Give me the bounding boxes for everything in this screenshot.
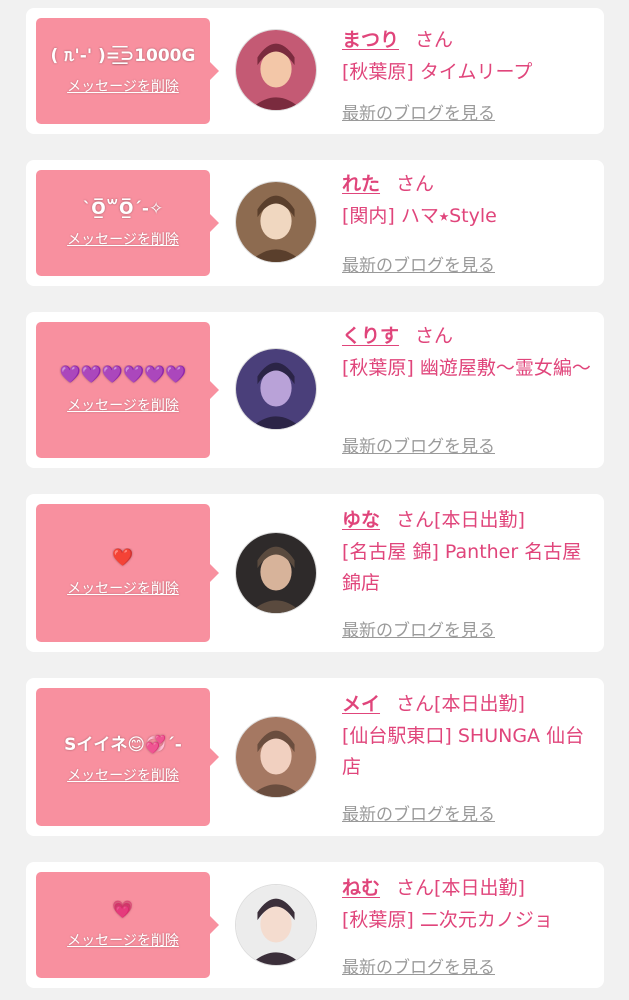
shop-name: [関内] ハマ⭑Style bbox=[342, 205, 497, 227]
message-text: ( ᥰ'-' )=͟͟͞͞⊃1000G bbox=[50, 46, 196, 66]
favorite-card: Sイイネ😊💞´- メッセージを削除 メイ さん[本日出勤] [仙台駅東口] SHU… bbox=[26, 678, 604, 836]
message-bubble: 💗 メッセージを削除 bbox=[36, 872, 219, 978]
girl-name-link[interactable]: れた bbox=[342, 173, 380, 195]
latest-blog-link[interactable]: 最新のブログを見る bbox=[342, 616, 495, 641]
avatar-photo-icon bbox=[236, 349, 316, 429]
latest-blog-link[interactable]: 最新のブログを見る bbox=[342, 800, 495, 825]
girl-name-link[interactable]: ねむ bbox=[342, 877, 380, 899]
shop-name: [秋葉原] 幽遊屋敷〜霊女編〜 bbox=[342, 357, 591, 379]
favorite-card: `O̲̅꒳O̲̅´-✧ メッセージを削除 れた さん [関内] ハマ⭑Style … bbox=[26, 160, 604, 286]
delete-message-link[interactable]: メッセージを削除 bbox=[67, 229, 179, 249]
latest-blog-link[interactable]: 最新のブログを見る bbox=[342, 99, 495, 124]
latest-blog-link[interactable]: 最新のブログを見る bbox=[342, 432, 495, 457]
avatar-photo-icon bbox=[236, 30, 316, 110]
avatar[interactable] bbox=[235, 181, 317, 263]
honorific: さん bbox=[396, 509, 435, 531]
delete-message-link[interactable]: メッセージを削除 bbox=[67, 395, 179, 415]
favorite-card: ❤️ メッセージを削除 ゆな さん[本日出勤] [名古屋 錦] Panther 名… bbox=[26, 494, 604, 652]
favorite-card: ( ᥰ'-' )=͟͟͞͞⊃1000G メッセージを削除 まつり さん [秋葉原]… bbox=[26, 8, 604, 134]
avatar-photo-icon bbox=[236, 717, 316, 797]
honorific: さん bbox=[415, 29, 454, 51]
favorite-card: 💗 メッセージを削除 ねむ さん[本日出勤] [秋葉原] 二次元カノジョ 最新のブ… bbox=[26, 862, 604, 988]
message-bubble: Sイイネ😊💞´- メッセージを削除 bbox=[36, 688, 219, 826]
avatar-photo-icon bbox=[236, 533, 316, 613]
girl-name-link[interactable]: ゆな bbox=[342, 509, 380, 531]
attendance-status: [本日出勤] bbox=[434, 693, 525, 715]
avatar[interactable] bbox=[235, 884, 317, 966]
avatar[interactable] bbox=[235, 29, 317, 111]
profile-info: くりす さん [秋葉原] 幽遊屋敷〜霊女編〜 bbox=[342, 323, 596, 384]
message-text: 💜💜💜💜💜💜 bbox=[59, 365, 187, 385]
delete-message-link[interactable]: メッセージを削除 bbox=[67, 578, 179, 598]
shop-name: [名古屋 錦] Panther 名古屋錦店 bbox=[342, 541, 582, 594]
delete-message-link[interactable]: メッセージを削除 bbox=[67, 76, 179, 96]
avatar[interactable] bbox=[235, 348, 317, 430]
girl-name-link[interactable]: まつり bbox=[342, 29, 399, 51]
profile-info: まつり さん [秋葉原] タイムリープ bbox=[342, 27, 596, 88]
message-text: `O̲̅꒳O̲̅´-✧ bbox=[82, 199, 164, 219]
favorite-card: 💜💜💜💜💜💜 メッセージを削除 くりす さん [秋葉原] 幽遊屋敷〜霊女編〜 最新… bbox=[26, 312, 604, 468]
message-bubble: ❤️ メッセージを削除 bbox=[36, 504, 219, 642]
message-text: ❤️ bbox=[112, 548, 134, 568]
girl-name-link[interactable]: メイ bbox=[342, 693, 380, 715]
honorific: さん bbox=[396, 693, 435, 715]
shop-name: [秋葉原] 二次元カノジョ bbox=[342, 909, 553, 931]
message-bubble: `O̲̅꒳O̲̅´-✧ メッセージを削除 bbox=[36, 170, 219, 276]
latest-blog-link[interactable]: 最新のブログを見る bbox=[342, 251, 495, 276]
profile-info: メイ さん[本日出勤] [仙台駅東口] SHUNGA 仙台店 bbox=[342, 691, 596, 783]
attendance-status: [本日出勤] bbox=[434, 877, 525, 899]
avatar[interactable] bbox=[235, 532, 317, 614]
profile-info: れた さん [関内] ハマ⭑Style bbox=[342, 171, 596, 232]
message-text: 💗 bbox=[112, 900, 134, 920]
profile-info: ゆな さん[本日出勤] [名古屋 錦] Panther 名古屋錦店 bbox=[342, 507, 596, 599]
girl-name-link[interactable]: くりす bbox=[342, 325, 399, 347]
shop-name: [秋葉原] タイムリープ bbox=[342, 61, 533, 83]
message-bubble: 💜💜💜💜💜💜 メッセージを削除 bbox=[36, 322, 219, 458]
avatar-photo-icon bbox=[236, 885, 316, 965]
honorific: さん bbox=[396, 173, 435, 195]
latest-blog-link[interactable]: 最新のブログを見る bbox=[342, 953, 495, 978]
delete-message-link[interactable]: メッセージを削除 bbox=[67, 930, 179, 950]
shop-name: [仙台駅東口] SHUNGA 仙台店 bbox=[342, 725, 585, 778]
delete-message-link[interactable]: メッセージを削除 bbox=[67, 765, 179, 785]
profile-info: ねむ さん[本日出勤] [秋葉原] 二次元カノジョ bbox=[342, 875, 596, 936]
honorific: さん bbox=[415, 325, 454, 347]
message-bubble: ( ᥰ'-' )=͟͟͞͞⊃1000G メッセージを削除 bbox=[36, 18, 219, 124]
avatar[interactable] bbox=[235, 716, 317, 798]
honorific: さん bbox=[396, 877, 435, 899]
attendance-status: [本日出勤] bbox=[434, 509, 525, 531]
message-text: Sイイネ😊💞´- bbox=[64, 734, 182, 755]
avatar-photo-icon bbox=[236, 182, 316, 262]
